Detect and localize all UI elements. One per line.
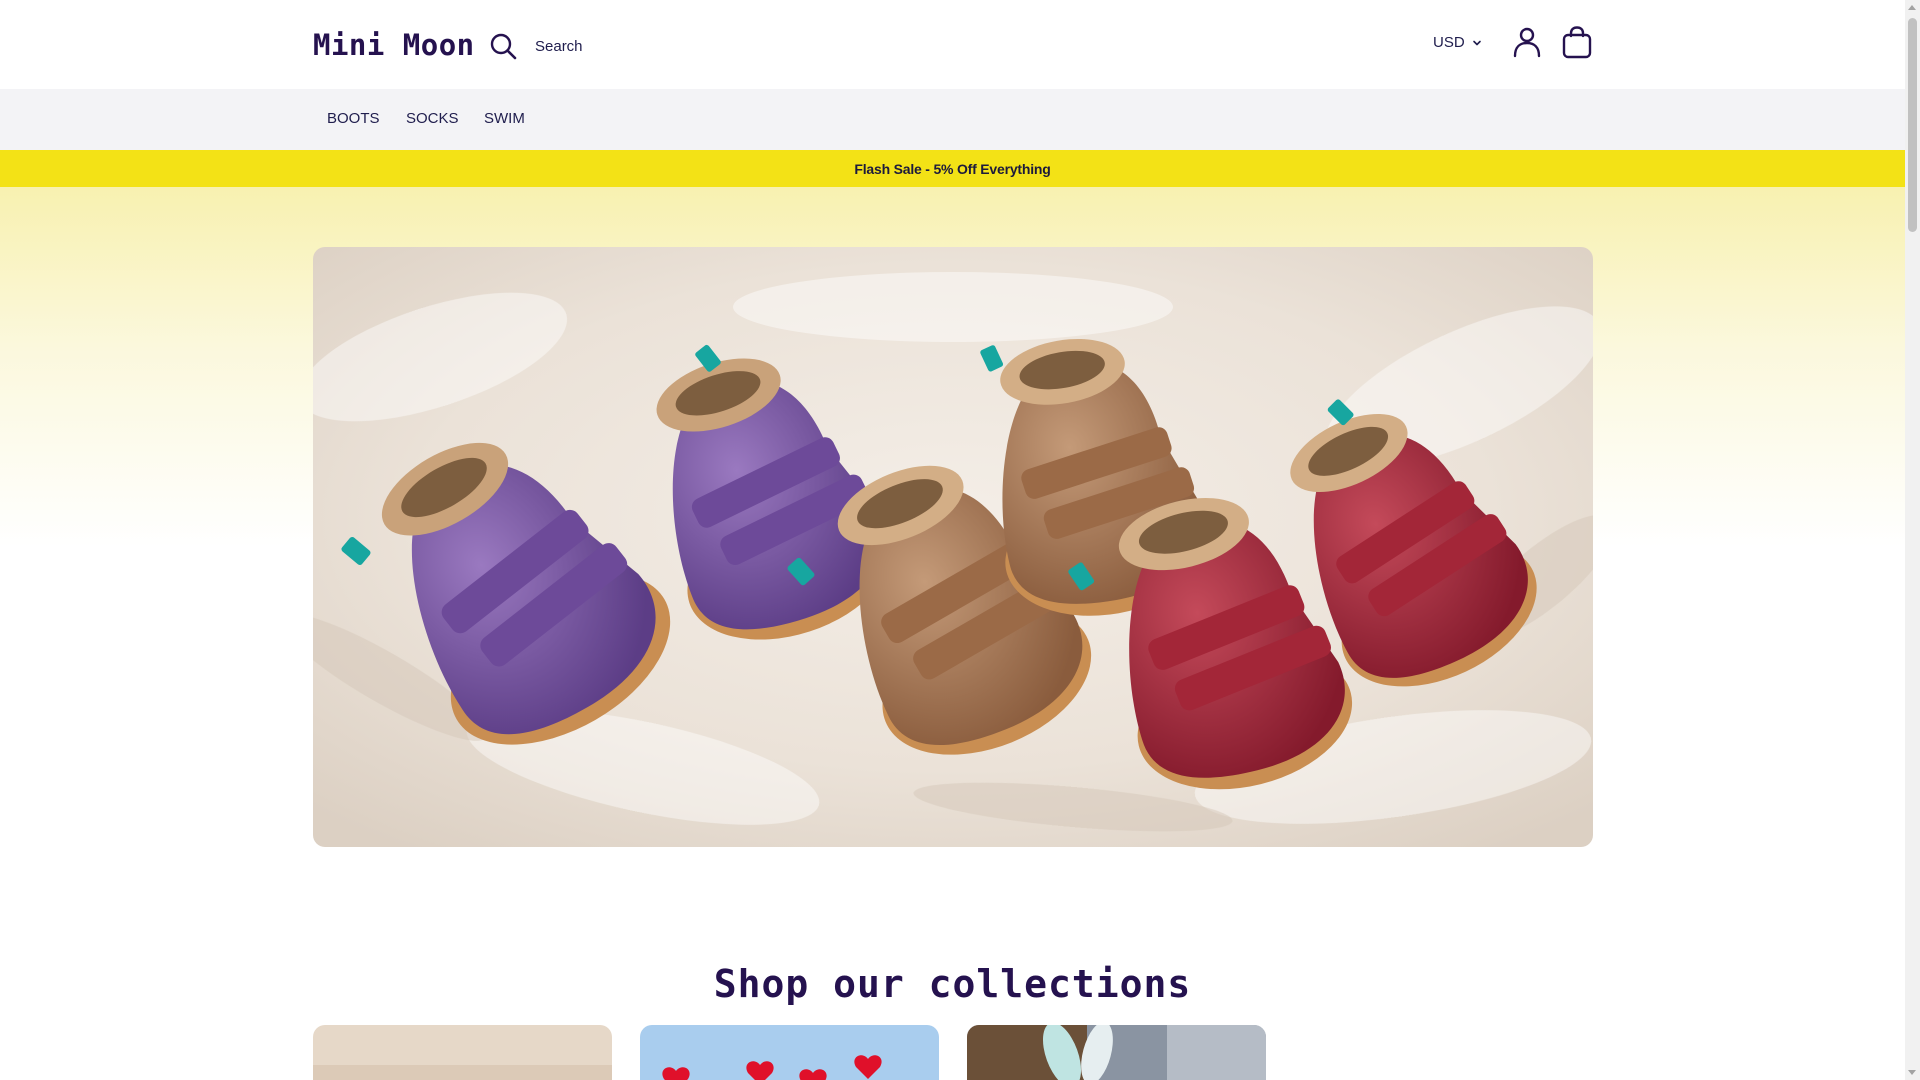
scroll-down-arrow[interactable] xyxy=(1908,1070,1916,1075)
chevron-down-icon xyxy=(1472,40,1481,45)
collections-title: Shop our collections xyxy=(713,961,1192,1006)
page-scrollbar[interactable] xyxy=(1905,0,1920,1080)
collection-card-3[interactable] xyxy=(967,1025,1266,1080)
search-bar[interactable]: Search xyxy=(489,28,583,64)
site-header: Mini Moon Search USD xyxy=(0,0,1905,90)
account-icon[interactable] xyxy=(1512,26,1542,58)
nav-item-socks[interactable]: SOCKS xyxy=(406,110,459,127)
hero-banner-image[interactable] xyxy=(313,247,1593,847)
nav-item-boots[interactable]: BOOTS xyxy=(327,110,380,127)
search-label[interactable]: Search xyxy=(535,38,583,55)
currency-selector[interactable]: USD xyxy=(1433,34,1482,51)
nav-item-swim[interactable]: SWIM xyxy=(484,110,525,127)
scroll-up-arrow[interactable] xyxy=(1908,5,1916,10)
search-icon[interactable] xyxy=(489,32,517,60)
announcement-text[interactable]: Flash Sale - 5% Off Everything xyxy=(854,161,1050,177)
shopping-bag-icon[interactable] xyxy=(1561,25,1593,59)
main-nav: BOOTS SOCKS SWIM xyxy=(0,89,1905,150)
site-logo[interactable]: Mini Moon xyxy=(313,28,475,62)
announcement-bar: Flash Sale - 5% Off Everything xyxy=(0,150,1905,187)
scrollbar-thumb[interactable] xyxy=(1908,18,1917,232)
page: Mini Moon Search USD BOOTS SOCKS SWIM Fl… xyxy=(0,0,1905,1080)
currency-value: USD xyxy=(1433,34,1465,51)
collection-card-2[interactable] xyxy=(640,1025,939,1080)
collection-card-1[interactable] xyxy=(313,1025,612,1080)
